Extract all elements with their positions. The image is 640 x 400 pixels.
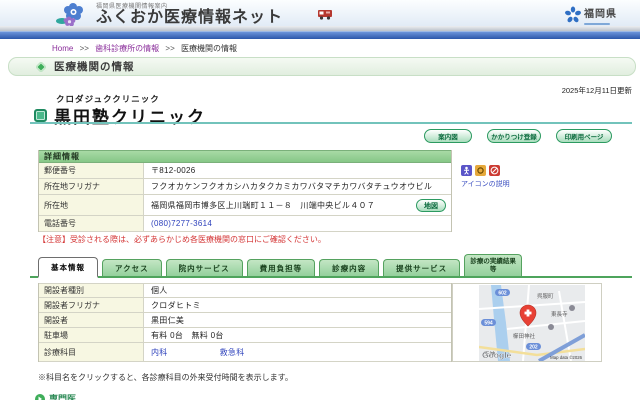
map-label-tochoji: 東長寺 — [551, 310, 568, 318]
row-value: 有料 0台 無料 0台 — [151, 330, 224, 340]
pref-logo-text: 福岡県 — [584, 4, 617, 25]
row-label: 電話番号 — [39, 216, 144, 231]
pref-name: 福岡県 — [584, 9, 617, 20]
footnote: ※科目名をクリックすると、各診療科目の外来受付時間を表示します。 — [38, 373, 293, 382]
barrier-free-icon — [461, 165, 472, 176]
map-cell: 602 594 202 呉服町 東長寺 櫛田神社 天神 Google Map d… — [452, 283, 602, 363]
section-title: 医療機関の情報 — [54, 61, 135, 73]
next-section-title: 専門医 — [49, 394, 77, 400]
row-label: 所在地 — [39, 195, 144, 215]
print-page-button[interactable]: 印刷用ページ — [556, 129, 612, 143]
map-image: 602 594 202 呉服町 東長寺 櫛田神社 天神 Google Map d… — [478, 284, 586, 363]
site-logo-text: 福岡県医療機関情報案内 ふくおか医療情報ネット — [96, 1, 283, 27]
tab-medical-content[interactable]: 診療内容 — [319, 259, 380, 276]
table-row: 所在地フリガナ フクオカケンフクオカシハカタクカミカワバタマチカワバタチュウオウ… — [39, 179, 451, 195]
tab-provided-services[interactable]: 提供サービス — [383, 259, 461, 276]
row-label: 診療科目 — [39, 343, 144, 361]
pref-caption — [584, 23, 610, 25]
pref-logo[interactable]: 福岡県 — [564, 4, 617, 25]
route-badge: 602 — [498, 290, 507, 296]
row-value: 福岡県福岡市博多区上川端町１１－８ 川端中央ビル４０７ 地図 — [144, 195, 451, 215]
tab-access[interactable]: アクセス — [102, 259, 162, 276]
table-row: 開設者 黒田仁美 — [39, 313, 451, 328]
icon-legend-link[interactable]: アイコンの説明 — [461, 179, 510, 189]
breadcrumb-separator: >> — [79, 44, 89, 53]
notice-text: 【注意】受診される際は、必ずあらかじめ各医療機関の窓口にご確認ください。 — [38, 235, 326, 244]
row-label: 駐車場 — [39, 328, 144, 342]
route-badge: 202 — [529, 344, 538, 350]
tab-in-hospital-services[interactable]: 院内サービス — [165, 259, 243, 276]
kakaritsuke-register-button[interactable]: かかりつけ登録 — [487, 129, 541, 143]
facility-service-icon — [475, 165, 486, 176]
row-value: 黒田仁美 — [151, 315, 185, 325]
breadcrumb-parent[interactable]: 歯科診療所の情報 — [95, 44, 159, 53]
site-header: 福岡県医療機関情報案内 ふくおか医療情報ネット 福岡県 — [0, 0, 640, 27]
google-logo: Google — [482, 350, 512, 360]
table-row: 郵便番号 〒812-0026 — [39, 163, 451, 179]
breadcrumb: Home >> 歯科診療所の情報 >> 医療機関の情報 — [50, 43, 237, 54]
department-link-naika[interactable]: 内科 — [151, 347, 168, 358]
clinic-bullet-icon — [34, 109, 47, 122]
guide-map-button[interactable]: 案内図 — [424, 129, 472, 143]
site-logo[interactable]: 福岡県医療機関情報案内 ふくおか医療情報ネット — [56, 1, 283, 27]
detail-table: 詳細情報 郵便番号 〒812-0026 所在地フリガナ フクオカケンフクオカシハ… — [38, 150, 452, 232]
row-label: 開設者種別 — [39, 284, 144, 297]
map-attribution: Map data ©2026 — [550, 355, 582, 360]
department-list: 内科 救急科 — [144, 343, 451, 361]
tab-basic-info[interactable]: 基本情報 — [38, 257, 98, 278]
row-value: 〒812-0026 — [151, 166, 196, 175]
row-value: クロダヒトミ — [151, 300, 201, 310]
department-link-kyukyuka[interactable]: 救急科 — [220, 347, 245, 358]
ambulance-icon — [318, 10, 332, 20]
map-label-gofukumachi: 呉服町 — [537, 293, 554, 300]
map[interactable]: 602 594 202 呉服町 東長寺 櫛田神社 天神 Google Map d… — [478, 284, 586, 363]
breadcrumb-separator: >> — [165, 44, 175, 53]
table-row: 電話番号 (080)7277-3614 — [39, 216, 451, 232]
row-value: 個人 — [151, 286, 168, 295]
arrow-icon — [35, 393, 45, 400]
breadcrumb-current: 医療機関の情報 — [180, 44, 237, 53]
row-label: 開設者 — [39, 313, 144, 327]
map-button[interactable]: 地図 — [416, 199, 446, 212]
divider-line — [30, 122, 632, 124]
clinic-name: 黒田塾クリニック — [54, 108, 206, 127]
next-section-header: 専門医 — [35, 392, 76, 400]
address-text: 福岡県福岡市博多区上川端町１１－８ 川端中央ビル４０７ — [151, 200, 376, 210]
tab-bar: 基本情報 アクセス 院内サービス 費用負担等 診療内容 提供サービス 診療の実績… — [30, 252, 632, 278]
facility-icons — [461, 165, 500, 176]
table-row: 駐車場 有料 0台 無料 0台 — [39, 328, 451, 343]
header-bar — [0, 31, 640, 39]
row-label: 開設者フリガナ — [39, 298, 144, 312]
site-title: ふくおか医療情報ネット — [96, 9, 284, 27]
map-label-kushida-shrine: 櫛田神社 — [513, 332, 536, 340]
updated-date: 2025年12月11日更新 — [561, 86, 632, 95]
pref-flower-icon — [565, 6, 581, 22]
clinic-name-row: 黒田塾クリニック — [34, 103, 206, 128]
table-row: 開設者種別 個人 — [39, 283, 451, 298]
tab-costs[interactable]: 費用負担等 — [246, 259, 316, 276]
site-logo-flower-icon — [56, 3, 83, 27]
row-label: 郵便番号 — [39, 163, 144, 178]
basic-info-table: 開設者種別 個人 開設者フリガナ クロダヒトミ 開設者 黒田仁美 駐車場 有料 … — [38, 283, 452, 362]
section-diamond-icon — [35, 60, 47, 73]
row-value: フクオカケンフクオカシハカタクカミカワバタマチカワバタチュウオウビル — [151, 182, 433, 191]
phone-number: (080)7277-3614 — [151, 219, 213, 228]
page-section-header: 医療機関の情報 — [8, 57, 636, 76]
route-badge: 594 — [484, 320, 493, 326]
no-smoking-icon — [489, 165, 500, 176]
detail-table-header: 詳細情報 — [39, 150, 451, 163]
table-row: 診療科目 内科 救急科 — [39, 343, 451, 362]
table-row: 開設者フリガナ クロダヒトミ — [39, 298, 451, 313]
page: 福岡県医療機関情報案内 ふくおか医療情報ネット 福岡県 Home >> 歯科診療… — [0, 0, 640, 400]
table-row: 所在地 福岡県福岡市博多区上川端町１１－８ 川端中央ビル４０７ 地図 — [39, 195, 451, 216]
tab-results[interactable]: 診療の実績結果等 — [464, 254, 523, 276]
breadcrumb-home[interactable]: Home — [52, 44, 73, 53]
row-label: 所在地フリガナ — [39, 179, 144, 194]
